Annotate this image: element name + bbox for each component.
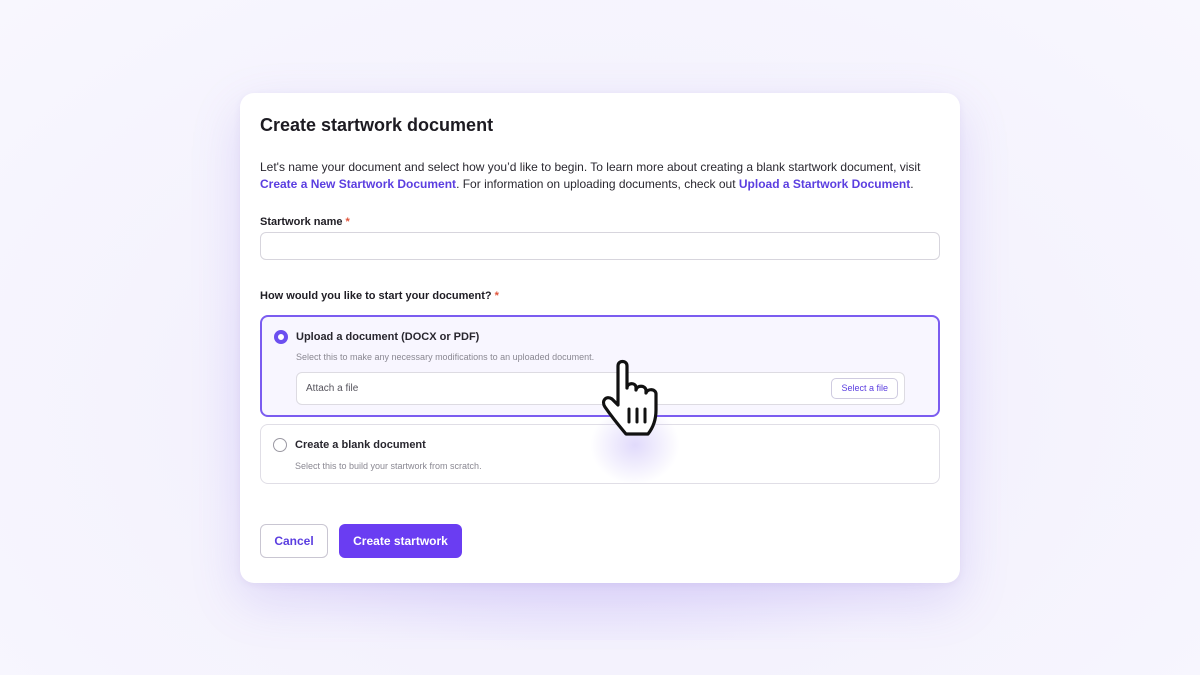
intro-text-part-1: Let's name your document and select how … <box>260 160 921 174</box>
hand-pointer-icon <box>601 359 658 436</box>
attach-file-placeholder: Attach a file <box>306 383 359 394</box>
create-new-document-link[interactable]: Create a New Startwork Document <box>260 177 456 191</box>
startwork-name-label: Startwork name * <box>260 216 350 228</box>
dialog-title: Create startwork document <box>260 115 494 135</box>
create-startwork-button[interactable]: Create startwork <box>339 524 462 558</box>
option-blank-title: Create a blank document <box>295 439 426 451</box>
required-mark: * <box>494 290 499 302</box>
startwork-name-label-text: Startwork name <box>260 216 343 228</box>
start-method-label-text: How would you like to start your documen… <box>260 290 492 302</box>
required-mark: * <box>345 216 350 228</box>
intro-text-part-3: . <box>910 177 914 191</box>
option-blank-description: Select this to build your startwork from… <box>295 461 482 471</box>
upload-document-link[interactable]: Upload a Startwork Document <box>739 177 910 191</box>
option-upload-title: Upload a document (DOCX or PDF) <box>296 331 480 343</box>
radio-blank-unselected[interactable] <box>273 438 287 452</box>
intro-text-part-2: . For information on uploading documents… <box>456 177 739 191</box>
create-document-dialog: Create startwork document Let's name you… <box>240 93 960 583</box>
option-upload-description: Select this to make any necessary modifi… <box>296 352 595 362</box>
select-file-button[interactable]: Select a file <box>831 378 898 399</box>
cancel-button[interactable]: Cancel <box>260 524 328 558</box>
intro-text: Let's name your document and select how … <box>260 159 950 193</box>
start-method-label: How would you like to start your documen… <box>260 290 499 302</box>
radio-upload-selected[interactable] <box>274 330 288 344</box>
startwork-name-input[interactable] <box>260 232 940 260</box>
